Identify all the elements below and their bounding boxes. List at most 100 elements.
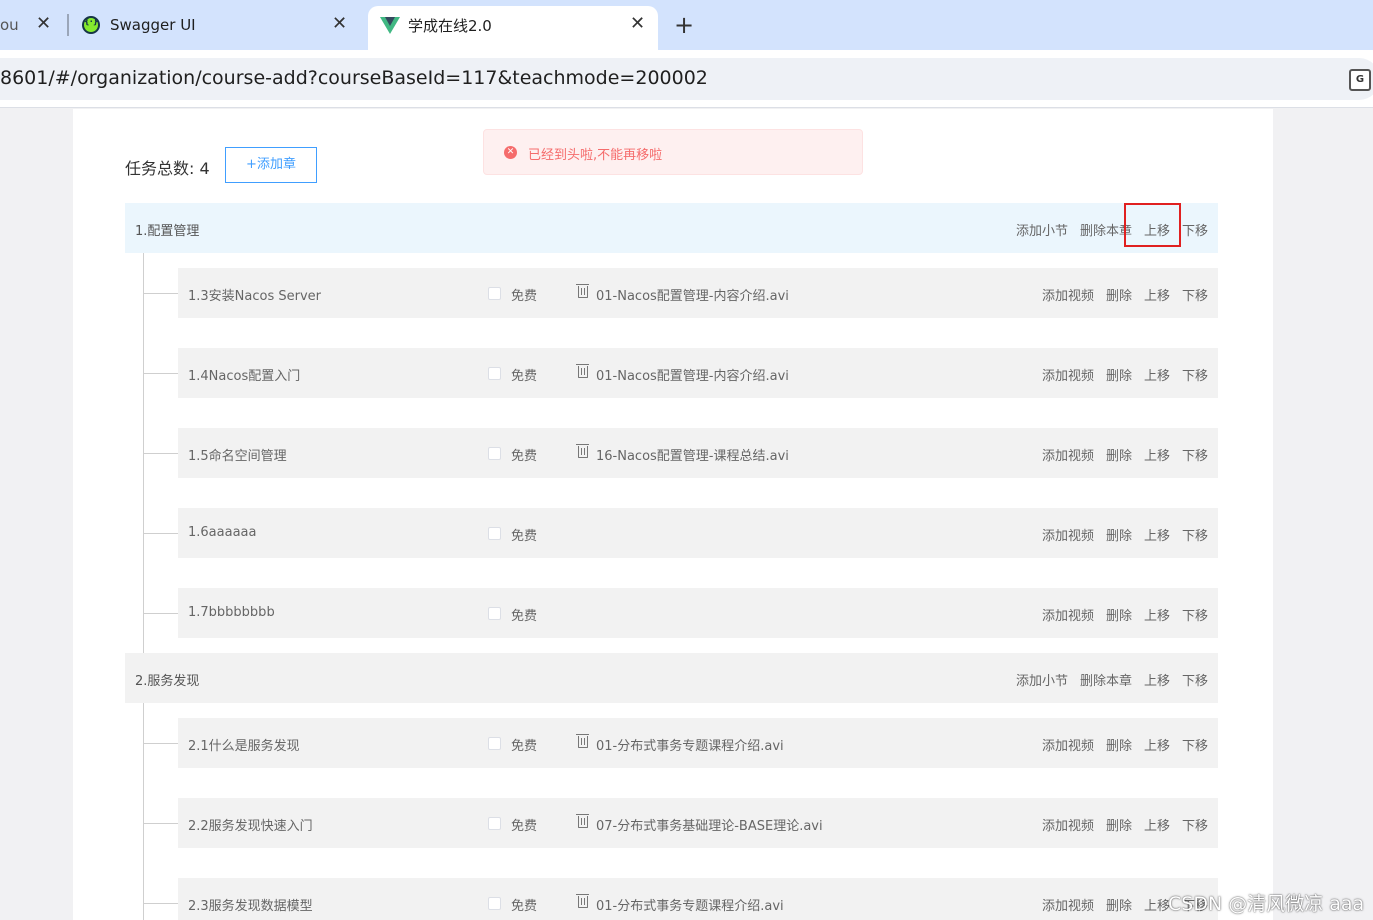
delete-button[interactable]: 删除	[1106, 525, 1132, 544]
swagger-icon	[82, 16, 100, 34]
tree-branch	[143, 533, 178, 534]
add-section-button[interactable]: 添加小节	[1016, 670, 1068, 689]
trash-icon[interactable]	[576, 364, 589, 378]
section-title: 2.1什么是服务发现	[188, 739, 300, 754]
move-down-button[interactable]: 下移	[1182, 735, 1208, 754]
free-checkbox[interactable]	[488, 737, 501, 750]
free-checkbox[interactable]	[488, 367, 501, 380]
add-video-button[interactable]: 添加视频	[1042, 735, 1094, 754]
add-video-button[interactable]: 添加视频	[1042, 445, 1094, 464]
error-toast: ✕ 已经到头啦,不能再移啦	[483, 129, 863, 175]
delete-chapter-button[interactable]: 删除本章	[1080, 670, 1132, 689]
browser-tab-xuecheng[interactable]: 学成在线2.0 ✕	[380, 8, 660, 42]
delete-button[interactable]: 删除	[1106, 285, 1132, 304]
media-name: 01-Nacos配置管理-内容介绍.avi	[596, 289, 789, 304]
section-row: 1.5命名空间管理 免费 16-Nacos配置管理-课程总结.avi 添加视频 …	[178, 428, 1218, 478]
add-video-button[interactable]: 添加视频	[1042, 365, 1094, 384]
add-video-button[interactable]: 添加视频	[1042, 605, 1094, 624]
section-title: 1.5命名空间管理	[188, 449, 287, 464]
move-up-button[interactable]: 上移	[1144, 735, 1170, 754]
media-name: 07-分布式事务基础理论-BASE理论.avi	[596, 819, 823, 834]
move-down-button[interactable]: 下移	[1182, 525, 1208, 544]
translate-icon[interactable]: G	[1349, 69, 1371, 91]
move-up-button[interactable]: 上移	[1144, 445, 1170, 464]
url-text[interactable]: 8601/#/organization/course-add?courseBas…	[0, 67, 708, 89]
free-checkbox[interactable]	[488, 897, 501, 910]
section-title: 2.2服务发现快速入门	[188, 819, 313, 834]
address-bar: 8601/#/organization/course-add?courseBas…	[0, 50, 1373, 108]
move-up-button[interactable]: 上移	[1144, 895, 1170, 914]
free-checkbox[interactable]	[488, 287, 501, 300]
section-title: 2.3服务发现数据模型	[188, 899, 313, 914]
delete-button[interactable]: 删除	[1106, 735, 1132, 754]
section-actions: 添加视频 删除 上移 下移	[1042, 445, 1208, 464]
section-actions: 添加视频 删除 上移 下移	[1042, 525, 1208, 544]
add-video-button[interactable]: 添加视频	[1042, 895, 1094, 914]
add-chapter-button[interactable]: +添加章	[225, 147, 317, 183]
move-up-button[interactable]: 上移	[1144, 670, 1170, 689]
trash-icon[interactable]	[576, 444, 589, 458]
tree-branch	[143, 613, 178, 614]
trash-icon[interactable]	[576, 284, 589, 298]
new-tab-icon[interactable]: +	[674, 10, 694, 40]
section-row: 1.6aaaaaa 免费 添加视频 删除 上移 下移	[178, 508, 1218, 558]
move-down-button[interactable]: 下移	[1182, 365, 1208, 384]
move-up-button[interactable]: 上移	[1144, 285, 1170, 304]
move-down-button[interactable]: 下移	[1182, 605, 1208, 624]
free-checkbox[interactable]	[488, 447, 501, 460]
trash-icon[interactable]	[576, 734, 589, 748]
delete-button[interactable]: 删除	[1106, 445, 1132, 464]
trash-icon[interactable]	[576, 894, 589, 908]
free-label[interactable]: 免费	[511, 445, 537, 464]
chapter-title: 1.配置管理	[135, 224, 200, 239]
tab-separator	[67, 14, 69, 36]
move-up-button[interactable]: 上移	[1144, 365, 1170, 384]
move-down-button[interactable]: 下移	[1182, 815, 1208, 834]
free-label[interactable]: 免费	[511, 895, 537, 914]
move-up-button[interactable]: 上移	[1144, 605, 1170, 624]
move-down-button[interactable]: 下移	[1182, 445, 1208, 464]
tab-title: ou	[0, 16, 19, 34]
browser-tab[interactable]: ou ✕	[0, 8, 60, 42]
delete-button[interactable]: 删除	[1106, 815, 1132, 834]
free-label[interactable]: 免费	[511, 285, 537, 304]
move-up-button[interactable]: 上移	[1144, 525, 1170, 544]
tree-line	[143, 703, 144, 920]
free-label[interactable]: 免费	[511, 815, 537, 834]
close-icon[interactable]: ✕	[36, 15, 51, 33]
move-up-button[interactable]: 上移	[1144, 815, 1170, 834]
free-label[interactable]: 免费	[511, 365, 537, 384]
add-video-button[interactable]: 添加视频	[1042, 525, 1094, 544]
trash-icon[interactable]	[576, 814, 589, 828]
delete-button[interactable]: 删除	[1106, 895, 1132, 914]
section-title: 1.3安装Nacos Server	[188, 289, 322, 304]
move-down-button[interactable]: 下移	[1182, 670, 1208, 689]
add-section-button[interactable]: 添加小节	[1016, 220, 1068, 239]
section-row: 1.3安装Nacos Server 免费 01-Nacos配置管理-内容介绍.a…	[178, 268, 1218, 318]
section-actions: 添加视频 删除 上移 下移	[1042, 285, 1208, 304]
free-checkbox[interactable]	[488, 527, 501, 540]
free-label[interactable]: 免费	[511, 735, 537, 754]
add-video-button[interactable]: 添加视频	[1042, 285, 1094, 304]
free-label[interactable]: 免费	[511, 525, 537, 544]
chapter-title: 2.服务发现	[135, 674, 200, 689]
chapter-actions: 添加小节 删除本章 上移 下移	[1016, 670, 1208, 689]
free-checkbox[interactable]	[488, 817, 501, 830]
add-video-button[interactable]: 添加视频	[1042, 815, 1094, 834]
section-actions: 添加视频 删除 上移 下移	[1042, 735, 1208, 754]
free-checkbox[interactable]	[488, 607, 501, 620]
toast-message: 已经到头啦,不能再移啦	[528, 148, 663, 163]
free-label[interactable]: 免费	[511, 605, 537, 624]
browser-tab-swagger[interactable]: Swagger UI ✕	[82, 8, 352, 42]
vue-icon	[380, 16, 400, 34]
delete-button[interactable]: 删除	[1106, 605, 1132, 624]
move-down-button[interactable]: 下移	[1182, 220, 1208, 239]
move-down-button[interactable]: 下移	[1182, 285, 1208, 304]
close-icon[interactable]: ✕	[630, 15, 645, 33]
tree-branch	[143, 823, 178, 824]
tab-title: Swagger UI	[110, 16, 196, 34]
delete-button[interactable]: 删除	[1106, 365, 1132, 384]
section-row: 1.4Nacos配置入门 免费 01-Nacos配置管理-内容介绍.avi 添加…	[178, 348, 1218, 398]
close-icon[interactable]: ✕	[332, 15, 347, 33]
section-title: 1.7bbbbbbbb	[188, 605, 275, 620]
